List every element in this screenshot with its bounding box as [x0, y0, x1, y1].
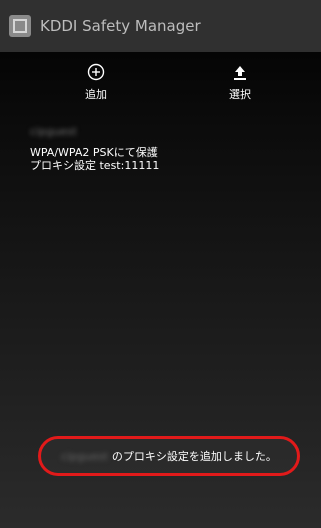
network-list-item[interactable]: cipguest WPA/WPA2 PSKにて保護 プロキシ設定 test:11…	[30, 125, 300, 172]
toast-message: のプロキシ設定を追加しました。	[111, 450, 277, 463]
add-button[interactable]: 追加	[56, 62, 136, 102]
action-bar: 追加 選択	[0, 52, 321, 114]
title-bar: KDDI Safety Manager	[0, 0, 321, 52]
plus-circle-icon	[56, 62, 136, 82]
select-button[interactable]: 選択	[200, 62, 280, 102]
screen: KDDI Safety Manager 追加 選択 cipguest WPA/W…	[0, 0, 321, 528]
app-icon	[9, 15, 31, 37]
select-label: 選択	[229, 88, 251, 101]
app-title: KDDI Safety Manager	[40, 17, 201, 35]
toast-network-name: cipguest	[61, 449, 108, 463]
add-label: 追加	[85, 88, 107, 101]
network-security: WPA/WPA2 PSKにて保護	[30, 146, 158, 159]
upload-icon	[200, 62, 280, 82]
network-proxy: プロキシ設定 test:11111	[30, 159, 160, 172]
network-ssid: cipguest	[30, 125, 77, 138]
toast-notification: cipguest のプロキシ設定を追加しました。	[38, 436, 300, 476]
